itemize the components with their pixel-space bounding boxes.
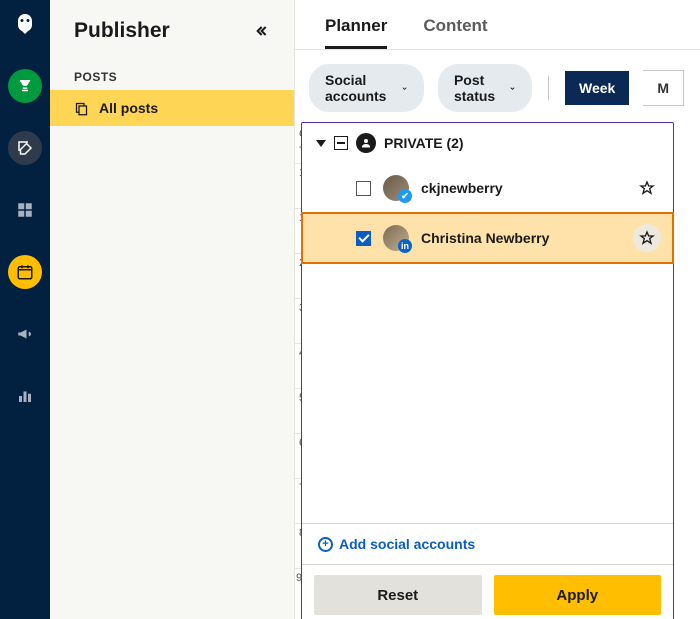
avatar: in [383, 225, 409, 251]
collapse-triangle-icon[interactable] [316, 140, 326, 147]
reset-button[interactable]: Reset [314, 575, 482, 615]
spacer [302, 263, 673, 523]
account-group-row: PRIVATE (2) [302, 123, 673, 163]
apply-button[interactable]: Apply [494, 575, 662, 615]
checkbox[interactable] [356, 231, 371, 246]
avatar: ✔ [383, 175, 409, 201]
account-row[interactable]: ✔ ckjnewberry [302, 163, 673, 213]
nav-analytics-icon[interactable] [8, 379, 42, 413]
person-icon [356, 133, 376, 153]
publisher-title: Publisher [74, 19, 170, 43]
plus-icon: + [318, 537, 333, 552]
dropdown-buttons: Reset Apply [302, 564, 673, 619]
social-accounts-label: Social accounts [325, 72, 393, 104]
posts-heading: POSTS [50, 60, 294, 90]
logo-owl-icon [13, 12, 37, 41]
all-posts-label: All posts [99, 100, 158, 116]
add-accounts-label: Add social accounts [339, 536, 475, 552]
linkedin-badge-icon: in [398, 239, 412, 253]
collapse-sidebar-button[interactable] [248, 18, 274, 44]
all-posts-item[interactable]: All posts [50, 90, 294, 126]
nav-trophy-icon[interactable] [8, 69, 42, 103]
tab-content[interactable]: Content [423, 16, 487, 49]
account-name: ckjnewberry [421, 180, 659, 196]
chevron-down-icon [401, 83, 408, 94]
toolbar: Social accounts Post status Week M [295, 50, 700, 124]
social-accounts-dropdown: PRIVATE (2) ✔ ckjnewberry in Christina N… [301, 122, 674, 619]
post-status-label: Post status [454, 72, 501, 104]
add-social-accounts-link[interactable]: + Add social accounts [302, 523, 673, 564]
nav-megaphone-icon[interactable] [8, 317, 42, 351]
nav-planner-icon[interactable] [8, 255, 42, 289]
social-accounts-filter[interactable]: Social accounts [309, 64, 424, 112]
calendar-grid: G -0 12 1 2 3 4 5 6 7 8 9 AM [295, 124, 700, 619]
account-name: Christina Newberry [421, 230, 659, 246]
chevron-down-icon [509, 83, 516, 94]
checkbox[interactable] [356, 181, 371, 196]
nav-rail [0, 0, 50, 619]
nav-compose-icon[interactable] [8, 131, 42, 165]
account-row[interactable]: in Christina Newberry [302, 213, 673, 263]
tabs: Planner Content [295, 0, 700, 50]
divider [548, 76, 549, 100]
publisher-sidebar: Publisher POSTS All posts [50, 0, 295, 619]
favorite-star-button[interactable] [633, 174, 661, 202]
tab-planner[interactable]: Planner [325, 16, 387, 49]
view-month-button[interactable]: M [643, 70, 684, 106]
favorite-star-button[interactable] [633, 224, 661, 252]
twitter-badge-icon: ✔ [398, 189, 412, 203]
group-label: PRIVATE (2) [384, 135, 464, 151]
post-status-filter[interactable]: Post status [438, 64, 532, 112]
view-week-button[interactable]: Week [565, 71, 629, 105]
checkbox-indeterminate[interactable] [334, 136, 348, 150]
main-area: Planner Content Social accounts Post sta… [295, 0, 700, 619]
nav-streams-icon[interactable] [8, 193, 42, 227]
